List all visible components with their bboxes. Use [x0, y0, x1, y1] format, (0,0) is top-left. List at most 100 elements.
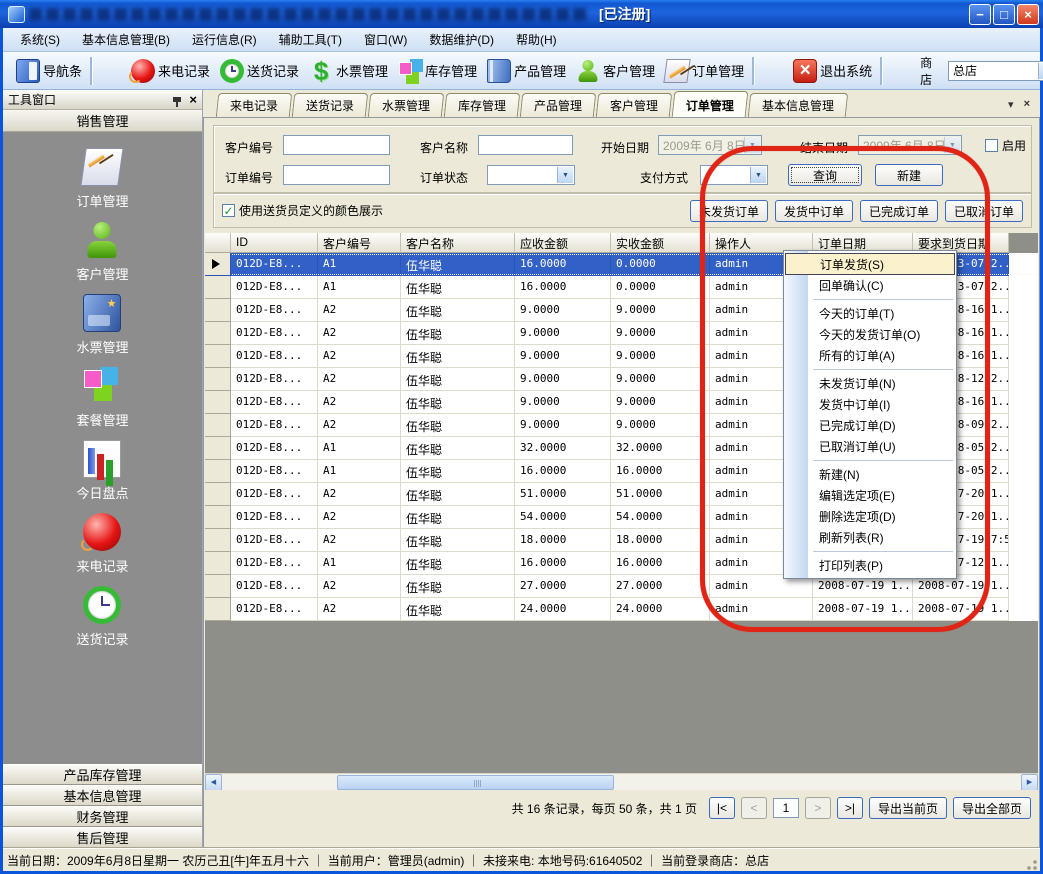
new-button[interactable]: 新建 [875, 164, 943, 186]
menubar-item[interactable]: 窗口(W) [353, 28, 418, 51]
last-page-button[interactable]: >| [837, 797, 863, 819]
row-selector-cell[interactable] [205, 460, 231, 483]
context-menu-item[interactable]: 刷新列表(R) [785, 527, 955, 548]
order-status-filter-button[interactable]: 已完成订单 [860, 200, 938, 222]
row-selector-cell[interactable] [205, 598, 231, 621]
context-menu-item[interactable]: 今天的发货订单(O) [785, 324, 955, 345]
start-date-picker[interactable]: 2009年 6月 8日▼ [658, 135, 762, 155]
tab[interactable]: 基本信息管理 [748, 93, 849, 117]
customer-name-input[interactable] [478, 135, 573, 155]
toolbar-button[interactable]: 水票管理 [304, 52, 393, 89]
toolbar-button[interactable]: 来电记录 [126, 52, 215, 89]
sidebar-item[interactable]: 来电记录 [76, 513, 128, 575]
export-current-page-button[interactable]: 导出当前页 [869, 797, 947, 819]
row-selector-cell[interactable] [205, 276, 231, 299]
row-selector-cell[interactable] [205, 529, 231, 552]
toolbar-button[interactable]: 客户管理 [571, 52, 660, 89]
context-menu-item[interactable]: 所有的订单(A) [785, 345, 955, 366]
sidebar-item[interactable]: 送货记录 [76, 586, 128, 648]
context-menu-item[interactable]: 回单确认(C) [785, 275, 955, 296]
pay-method-select[interactable]: ▼ [700, 165, 768, 185]
row-selector-cell[interactable] [205, 345, 231, 368]
context-menu-item[interactable]: 已取消订单(U) [785, 436, 955, 457]
maximize-button[interactable]: □ [993, 4, 1015, 25]
customer-no-input[interactable] [283, 135, 390, 155]
context-menu-item[interactable] [785, 548, 955, 555]
sidebar-section-bar[interactable]: 基本信息管理 [3, 785, 202, 806]
context-menu-item[interactable]: 新建(N) [785, 464, 955, 485]
column-header[interactable]: ID [231, 233, 318, 253]
prev-page-button[interactable]: < [741, 797, 767, 819]
toolbar-button[interactable] [749, 52, 788, 89]
tab[interactable]: 库存管理 [444, 93, 521, 117]
order-no-input[interactable] [283, 165, 390, 185]
row-selector-cell[interactable] [205, 437, 231, 460]
context-menu-item[interactable]: 编辑选定项(E) [785, 485, 955, 506]
table-row[interactable]: 012D-E8... A2 伍华聪 24.0000 24.0000 admin … [205, 598, 1038, 621]
scroll-left-icon[interactable]: ◀ [205, 774, 222, 791]
sidebar-item[interactable]: 订单管理 [76, 148, 128, 210]
row-selector-cell[interactable] [205, 368, 231, 391]
order-status-select[interactable]: ▼ [487, 165, 575, 185]
tab[interactable]: 送货记录 [292, 93, 369, 117]
sidebar-item[interactable]: 水票管理 [76, 294, 128, 356]
order-status-filter-button[interactable]: 已取消订单 [945, 200, 1023, 222]
toolbar-button[interactable]: 导航条 [11, 52, 87, 89]
checkbox-check-icon[interactable]: ✓ [222, 204, 235, 217]
menubar-item[interactable]: 系统(S) [9, 28, 71, 51]
chevron-down-icon[interactable]: ▼ [557, 167, 573, 183]
sidebar-section-bar[interactable]: 财务管理 [3, 806, 202, 827]
page-number-input[interactable] [773, 798, 799, 818]
tab-list-dropdown-icon[interactable]: ▾ [1008, 98, 1014, 111]
close-button[interactable]: × [1017, 4, 1039, 25]
context-menu-item[interactable]: 删除选定项(D) [785, 506, 955, 527]
order-status-filter-button[interactable]: 未发货订单 [690, 200, 768, 222]
menubar-item[interactable]: 运行信息(R) [181, 28, 268, 51]
row-selector-cell[interactable] [205, 506, 231, 529]
first-page-button[interactable]: |< [709, 797, 735, 819]
end-date-picker[interactable]: 2009年 6月 8日▼ [858, 135, 962, 155]
sidebar-section-sales[interactable]: 销售管理 [3, 110, 202, 132]
row-selector-cell[interactable] [205, 391, 231, 414]
row-selector-cell[interactable] [205, 253, 231, 276]
context-menu-item[interactable]: 发货中订单(I) [785, 394, 955, 415]
context-menu-item[interactable] [785, 457, 955, 464]
context-menu-item[interactable]: 订单发货(S) [785, 253, 955, 275]
row-selector-cell[interactable] [205, 552, 231, 575]
close-icon[interactable]: × [189, 95, 197, 105]
context-menu-item[interactable]: 今天的订单(T) [785, 303, 955, 324]
sidebar-item[interactable]: 今日盘点 [76, 440, 128, 502]
query-button[interactable]: 查询 [788, 164, 862, 186]
order-status-filter-button[interactable]: 发货中订单 [775, 200, 853, 222]
row-selector-cell[interactable] [205, 575, 231, 598]
toolbar-button[interactable] [877, 52, 916, 89]
row-selector-cell[interactable] [205, 299, 231, 322]
shop-select[interactable]: 总店 ▼ [948, 61, 1043, 81]
checkbox-box[interactable] [985, 139, 998, 152]
sidebar-section-bar[interactable]: 售后管理 [3, 827, 202, 848]
column-header[interactable]: 客户编号 [318, 233, 401, 253]
context-menu-item[interactable]: 已完成订单(D) [785, 415, 955, 436]
chevron-down-icon[interactable]: ▼ [1038, 63, 1043, 79]
context-menu-item[interactable] [785, 366, 955, 373]
sidebar-section-bar[interactable]: 产品库存管理 [3, 764, 202, 785]
horizontal-scrollbar[interactable]: ◀ ▶ [205, 773, 1038, 790]
toolbar-button[interactable]: 送货记录 [215, 52, 304, 89]
export-all-pages-button[interactable]: 导出全部页 [953, 797, 1031, 819]
tab[interactable]: 来电记录 [216, 93, 293, 117]
menubar-item[interactable]: 辅助工具(T) [268, 28, 353, 51]
column-header[interactable]: 应收金额 [515, 233, 611, 253]
column-header[interactable]: 客户名称 [401, 233, 515, 253]
toolbar-button[interactable]: 库存管理 [393, 52, 482, 89]
tab[interactable]: 水票管理 [368, 93, 445, 117]
driver-color-checkbox[interactable]: ✓ 使用送货员定义的颜色展示 [222, 202, 383, 219]
sidebar-item[interactable]: 套餐管理 [76, 367, 128, 429]
toolbar-button[interactable]: 产品管理 [482, 52, 571, 89]
pin-icon[interactable] [173, 97, 181, 102]
toolbar-button[interactable]: 订单管理 [660, 52, 749, 89]
context-menu-item[interactable]: 打印列表(P) [785, 555, 955, 576]
row-selector-cell[interactable] [205, 322, 231, 345]
tab[interactable]: 产品管理 [520, 93, 597, 117]
context-menu-item[interactable] [785, 296, 955, 303]
enable-date-checkbox[interactable]: 启用 [985, 137, 1026, 154]
